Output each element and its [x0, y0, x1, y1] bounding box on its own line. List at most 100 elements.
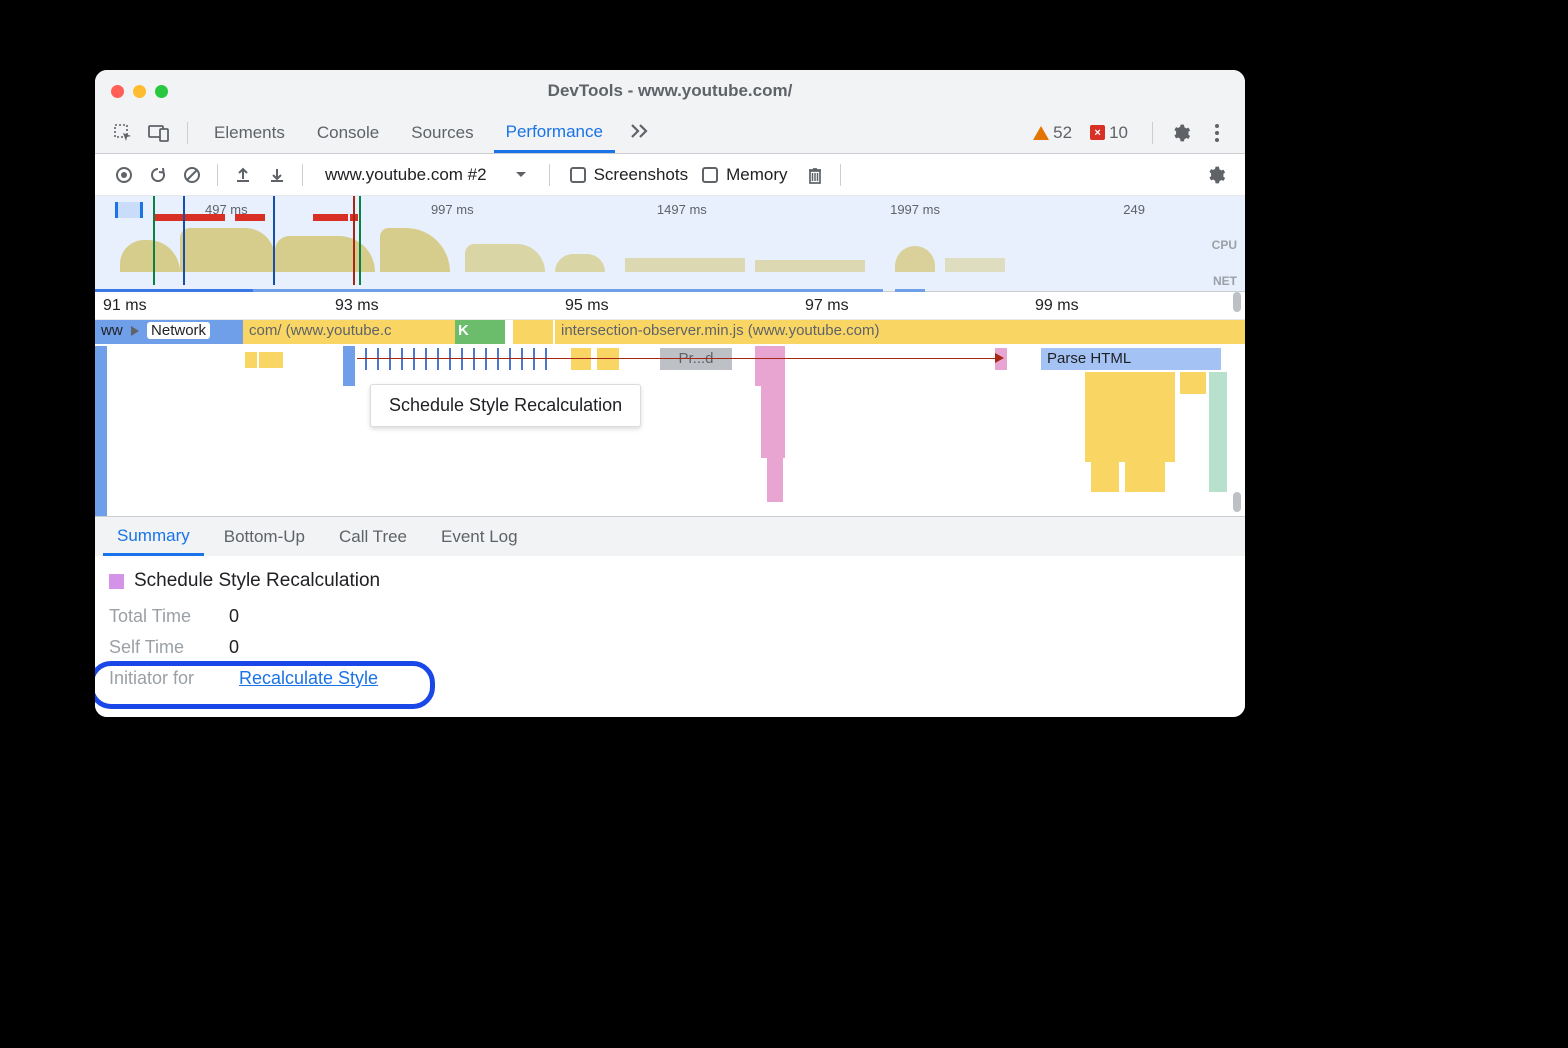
maximize-window[interactable]: [155, 85, 168, 98]
fl-block-ww[interactable]: ww Network: [95, 320, 243, 344]
window-title: DevTools - www.youtube.com/: [548, 81, 793, 101]
fl-block[interactable]: [767, 458, 783, 502]
fl-text: K: [458, 322, 469, 339]
garbage-collect-icon[interactable]: [800, 161, 830, 189]
fl-block[interactable]: [761, 386, 785, 458]
divider: [840, 164, 841, 186]
more-tabs-icon[interactable]: [631, 122, 651, 143]
download-icon[interactable]: [262, 161, 292, 189]
minimize-window[interactable]: [133, 85, 146, 98]
device-toolbar-icon[interactable]: [145, 119, 173, 147]
overview-timeline[interactable]: 497 ms 997 ms 1497 ms 1997 ms 249 CPU NE…: [95, 196, 1245, 292]
upload-icon[interactable]: [228, 161, 258, 189]
close-window[interactable]: [111, 85, 124, 98]
fl-block[interactable]: [1209, 372, 1227, 492]
net-label: NET: [1213, 274, 1237, 288]
capture-settings-icon[interactable]: [1201, 161, 1231, 189]
tab-console[interactable]: Console: [305, 114, 391, 152]
tab-sources[interactable]: Sources: [399, 114, 485, 152]
ruler-tick: 97 ms: [805, 297, 849, 315]
fl-block[interactable]: [1125, 462, 1165, 492]
window-controls: [111, 85, 168, 98]
fl-strokes[interactable]: [365, 348, 555, 370]
clear-icon[interactable]: [177, 161, 207, 189]
titlebar: DevTools - www.youtube.com/: [95, 70, 1245, 112]
devtools-window: DevTools - www.youtube.com/ Elements Con…: [95, 70, 1245, 717]
tab-summary[interactable]: Summary: [103, 517, 204, 556]
errors-count[interactable]: × 10: [1090, 123, 1128, 143]
overview-ticks: 497 ms 997 ms 1497 ms 1997 ms 249: [95, 202, 1245, 217]
fl-block[interactable]: [493, 320, 505, 344]
fl-block[interactable]: [343, 346, 355, 386]
fl-block[interactable]: [597, 348, 619, 370]
fl-block[interactable]: K: [455, 320, 469, 344]
fl-block[interactable]: [271, 352, 283, 368]
inspect-element-icon[interactable]: [109, 119, 137, 147]
screenshots-checkbox[interactable]: Screenshots: [570, 165, 689, 185]
summary-title-text: Schedule Style Recalculation: [134, 570, 380, 592]
divider: [549, 164, 550, 186]
more-options-icon[interactable]: [1203, 119, 1231, 147]
arrow-head-icon: [995, 353, 1004, 363]
fl-block[interactable]: [95, 346, 107, 516]
fl-block-prd[interactable]: Pr...d: [660, 348, 732, 370]
fl-block[interactable]: [245, 352, 257, 368]
scrollbar-up[interactable]: [1233, 292, 1241, 312]
reload-icon[interactable]: [143, 161, 173, 189]
fl-text: Parse HTML: [1047, 350, 1131, 367]
tab-eventlog[interactable]: Event Log: [427, 518, 532, 556]
fl-block[interactable]: [755, 346, 785, 386]
flame-chart[interactable]: ww Network com/ (www.youtube.c K interse…: [95, 320, 1245, 516]
tick: 1997 ms: [890, 202, 940, 217]
total-time-row: Total Time 0: [109, 606, 1231, 627]
screenshots-label: Screenshots: [594, 165, 689, 185]
ruler-tick: 99 ms: [1035, 297, 1079, 315]
recording-select[interactable]: www.youtube.com #2: [313, 161, 539, 189]
fl-block-parse[interactable]: Parse HTML: [1041, 348, 1221, 370]
row-label: Self Time: [109, 637, 229, 658]
error-icon: ×: [1090, 125, 1105, 140]
settings-icon[interactable]: [1167, 119, 1195, 147]
performance-toolbar: www.youtube.com #2 Screenshots Memory: [95, 154, 1245, 196]
tab-elements[interactable]: Elements: [202, 114, 297, 152]
warnings-count[interactable]: 52: [1033, 123, 1072, 143]
divider: [217, 164, 218, 186]
fl-block[interactable]: com/ (www.youtube.c: [243, 320, 455, 344]
fl-block[interactable]: [1180, 372, 1206, 394]
warning-icon: [1033, 126, 1049, 140]
cpu-graph: [95, 222, 1205, 272]
checkbox-icon: [570, 167, 586, 183]
summary-title: Schedule Style Recalculation: [109, 570, 1231, 592]
memory-checkbox[interactable]: Memory: [702, 165, 787, 185]
tab-performance[interactable]: Performance: [494, 113, 615, 153]
fl-network-badge: Network: [147, 322, 210, 339]
cpu-label: CPU: [1212, 238, 1237, 252]
record-icon[interactable]: [109, 161, 139, 189]
fl-block[interactable]: [1085, 372, 1175, 462]
recording-select-value: www.youtube.com #2: [325, 165, 487, 185]
fl-block[interactable]: [1091, 462, 1119, 492]
fl-block[interactable]: [541, 320, 553, 344]
detail-ruler[interactable]: 91 ms 93 ms 95 ms 97 ms 99 ms: [95, 292, 1245, 320]
fl-block-intersection[interactable]: intersection-observer.min.js (www.youtub…: [555, 320, 1245, 344]
divider: [302, 164, 303, 186]
warnings-number: 52: [1053, 123, 1072, 143]
fl-text: com/ (www.youtube.c: [249, 322, 392, 339]
fl-block[interactable]: [571, 348, 591, 370]
errors-number: 10: [1109, 123, 1128, 143]
panel-tabs: Elements Console Sources Performance 52 …: [95, 112, 1245, 154]
ruler-tick: 93 ms: [335, 297, 379, 315]
row-label: Total Time: [109, 606, 229, 627]
tab-calltree[interactable]: Call Tree: [325, 518, 421, 556]
flame-tooltip: Schedule Style Recalculation: [370, 384, 641, 427]
summary-pane: Schedule Style Recalculation Total Time …: [95, 556, 1245, 717]
scrollbar-down[interactable]: [1233, 492, 1241, 512]
detail-pane-tabs: Summary Bottom-Up Call Tree Event Log: [95, 516, 1245, 556]
tab-bottomup[interactable]: Bottom-Up: [210, 518, 319, 556]
fl-block[interactable]: [259, 352, 271, 368]
overview-selection[interactable]: [115, 202, 143, 218]
row-value: 0: [229, 606, 239, 627]
initiator-arrow: [357, 358, 1002, 359]
recalculate-style-link[interactable]: Recalculate Style: [239, 668, 378, 689]
tick: 997 ms: [431, 202, 474, 217]
